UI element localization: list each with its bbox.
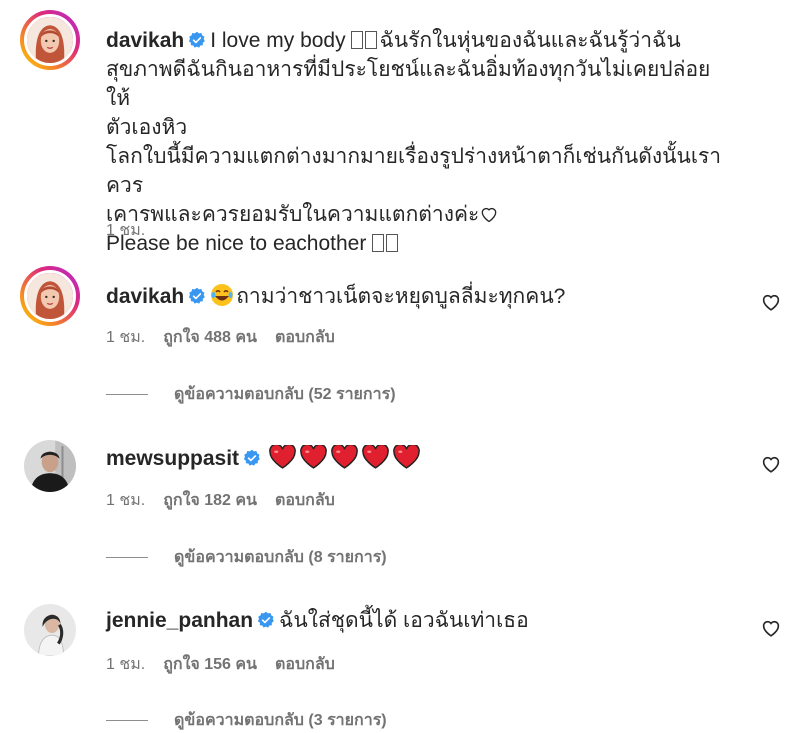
divider-line	[106, 557, 148, 558]
caption-username[interactable]: davikah	[106, 29, 184, 52]
comment-meta: 1 ชม. ถูกใจ 182 คน ตอบกลับ	[106, 488, 335, 513]
view-replies-button[interactable]: ดูข้อความตอบกลับ (52 รายการ)	[106, 382, 396, 407]
red-heart-emoji	[269, 445, 296, 469]
view-replies-label: ดูข้อความตอบกลับ (3 รายการ)	[174, 712, 387, 729]
red-hearts-emoji-group	[269, 445, 420, 469]
comment-body: davikah ถามว่าชาวเน็ตจะหยุดบูลลี่มะทุกคน?	[106, 282, 730, 311]
view-replies-button[interactable]: ดูข้อความตอบกลับ (8 รายการ)	[106, 545, 387, 570]
avatar-photo	[24, 604, 76, 656]
avatar-illustration	[27, 273, 73, 319]
caption-avatar[interactable]	[20, 10, 80, 70]
comment-body: jennie_panhan ฉันใส่ชุดนี้ได้ เอวฉันเท่าเ…	[106, 606, 730, 635]
red-heart-emoji	[393, 445, 420, 469]
reply-button[interactable]: ตอบกลับ	[275, 652, 335, 677]
view-replies-label: ดูข้อความตอบกลับ (52 รายการ)	[174, 386, 396, 403]
caption-line-5: เคารพและควรยอมรับในความแตกต่างค่ะ	[106, 203, 480, 226]
view-replies-label: ดูข้อความตอบกลับ (8 รายการ)	[174, 549, 387, 566]
divider-line	[106, 394, 148, 395]
missing-glyph-icon	[372, 234, 385, 252]
comment-likes[interactable]: ถูกใจ 488 คน	[163, 325, 257, 350]
like-heart-icon[interactable]	[760, 453, 782, 475]
comment-avatar[interactable]	[24, 440, 76, 492]
comment-message: ถามว่าชาวเน็ตจะหยุดบูลลี่มะทุกคน?	[236, 285, 566, 308]
caption-line-1b: ฉันรักในหุ่นของฉันและฉันรู้ว่าฉัน	[379, 29, 681, 52]
red-heart-emoji	[362, 445, 389, 469]
divider-line	[106, 720, 148, 721]
missing-glyph-icon	[351, 31, 364, 49]
comment-likes[interactable]: ถูกใจ 182 คน	[163, 488, 257, 513]
verified-badge-icon	[257, 611, 274, 628]
red-heart-emoji	[300, 445, 327, 469]
avatar-photo	[24, 440, 76, 492]
comment-text: davikah ถามว่าชาวเน็ตจะหยุดบูลลี่มะทุกคน?	[106, 282, 730, 311]
caption-block: davikah I love my body ฉันรักในหุ่นของฉัน…	[106, 26, 730, 258]
reply-button[interactable]: ตอบกลับ	[275, 325, 335, 350]
comment-meta: 1 ชม. ถูกใจ 156 คน ตอบกลับ	[106, 652, 335, 677]
outline-heart-emoji-icon	[481, 207, 497, 223]
like-heart-icon[interactable]	[760, 291, 782, 313]
comment-body: mewsuppasit	[106, 444, 730, 473]
verified-badge-icon	[189, 31, 206, 48]
red-heart-emoji	[331, 445, 358, 469]
missing-glyph-icon	[365, 31, 378, 49]
comment-likes[interactable]: ถูกใจ 156 คน	[163, 652, 257, 677]
caption-line-3: ตัวเองหิว	[106, 116, 188, 139]
comment-username[interactable]: davikah	[106, 285, 184, 308]
comment-time: 1 ชม.	[106, 656, 146, 673]
caption-meta: 1 ชม.	[106, 218, 145, 243]
verified-badge-icon	[189, 287, 206, 304]
comment-time: 1 ชม.	[106, 492, 146, 509]
comment-avatar[interactable]	[20, 266, 80, 326]
view-replies-button[interactable]: ดูข้อความตอบกลับ (3 รายการ)	[106, 708, 387, 733]
like-heart-icon[interactable]	[760, 617, 782, 639]
tears-of-joy-emoji-icon	[211, 284, 234, 306]
comment-username[interactable]: mewsuppasit	[106, 447, 239, 470]
comment-text: mewsuppasit	[106, 444, 730, 473]
caption-line-4: โลกใบนี้มีความแตกต่างมากมายเรื่องรูปร่าง…	[106, 145, 722, 197]
comment-avatar[interactable]	[24, 604, 76, 656]
comment-text: jennie_panhan ฉันใส่ชุดนี้ได้ เอวฉันเท่าเ…	[106, 606, 730, 635]
caption-text: davikah I love my body ฉันรักในหุ่นของฉัน…	[106, 26, 730, 258]
caption-line-1: I love my body	[210, 29, 346, 52]
comment-meta: 1 ชม. ถูกใจ 488 คน ตอบกลับ	[106, 325, 335, 350]
caption-line-2: สุขภาพดีฉันกินอาหารที่มีประโยชน์และฉันอิ…	[106, 58, 711, 110]
missing-glyph-icon	[386, 234, 399, 252]
verified-badge-icon	[243, 449, 260, 466]
caption-time: 1 ชม.	[106, 222, 146, 239]
comment-time: 1 ชม.	[106, 329, 146, 346]
comment-message: ฉันใส่ชุดนี้ได้ เอวฉันเท่าเธอ	[279, 609, 529, 632]
avatar-illustration	[27, 17, 73, 63]
comment-username[interactable]: jennie_panhan	[106, 609, 253, 632]
reply-button[interactable]: ตอบกลับ	[275, 488, 335, 513]
